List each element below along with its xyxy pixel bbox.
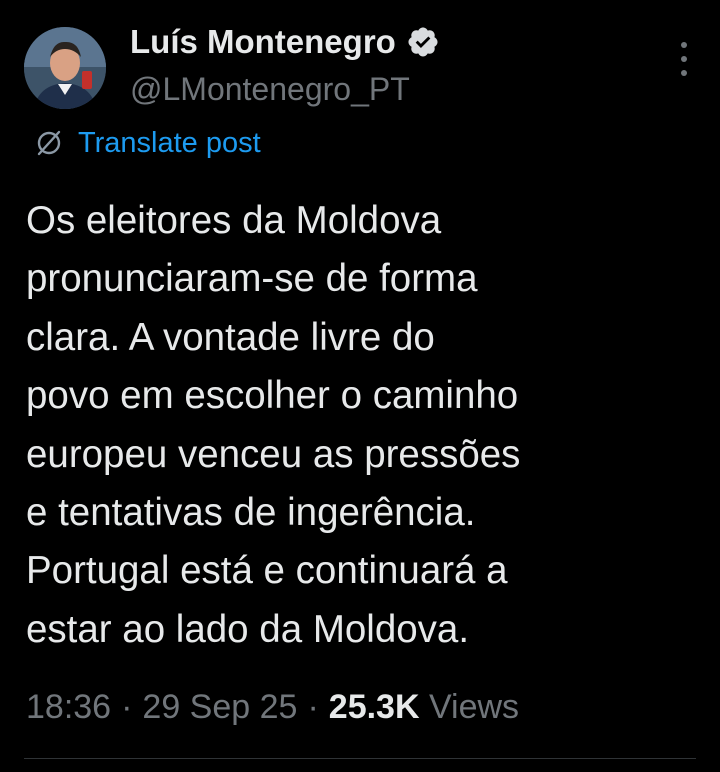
author-name[interactable]: Luís Montenegro bbox=[130, 22, 440, 62]
post-text-line: Portugal está e continuará a bbox=[26, 549, 508, 593]
views-count[interactable]: 25.3K bbox=[329, 688, 420, 726]
more-dot-icon bbox=[681, 70, 687, 76]
more-dot-icon bbox=[681, 56, 687, 62]
author-handle[interactable]: @LMontenegro_PT bbox=[130, 70, 410, 108]
views-label: Views bbox=[428, 688, 520, 726]
post-text-line: clara. A vontade livre do bbox=[26, 315, 435, 359]
divider bbox=[24, 758, 696, 759]
globe-translate-icon bbox=[37, 130, 61, 156]
post-meta: 18:36 · 29 Sep 25 · 25.3K Views bbox=[26, 685, 519, 729]
post-text-line: estar ao lado da Moldova. bbox=[26, 607, 470, 651]
translate-post-link[interactable]: Translate post bbox=[32, 125, 261, 161]
translate-post-label: Translate post bbox=[78, 127, 261, 159]
post-text-line: pronunciaram-se de forma bbox=[26, 257, 478, 301]
post-time[interactable]: 18:36 bbox=[26, 688, 111, 726]
post-card: Luís Montenegro @LMontenegro_PT Translat… bbox=[0, 0, 720, 772]
verified-badge-icon bbox=[408, 27, 438, 57]
post-text-line: europeu venceu as pressões bbox=[26, 432, 521, 476]
post-text: Os eleitores da Moldova pronunciaram-se … bbox=[26, 192, 686, 659]
post-text-line: povo em escolher o caminho bbox=[26, 374, 519, 418]
more-options-button[interactable] bbox=[674, 42, 694, 76]
more-dot-icon bbox=[681, 42, 687, 48]
author-name-text: Luís Montenegro bbox=[130, 23, 396, 60]
meta-separator: · bbox=[307, 688, 319, 726]
post-date[interactable]: 29 Sep 25 bbox=[142, 688, 297, 726]
meta-separator: · bbox=[121, 688, 133, 726]
profile-photo-icon bbox=[24, 27, 106, 109]
post-text-line: Os eleitores da Moldova bbox=[26, 199, 442, 242]
post-text-line: e tentativas de ingerência. bbox=[26, 491, 476, 535]
avatar[interactable] bbox=[24, 27, 106, 109]
